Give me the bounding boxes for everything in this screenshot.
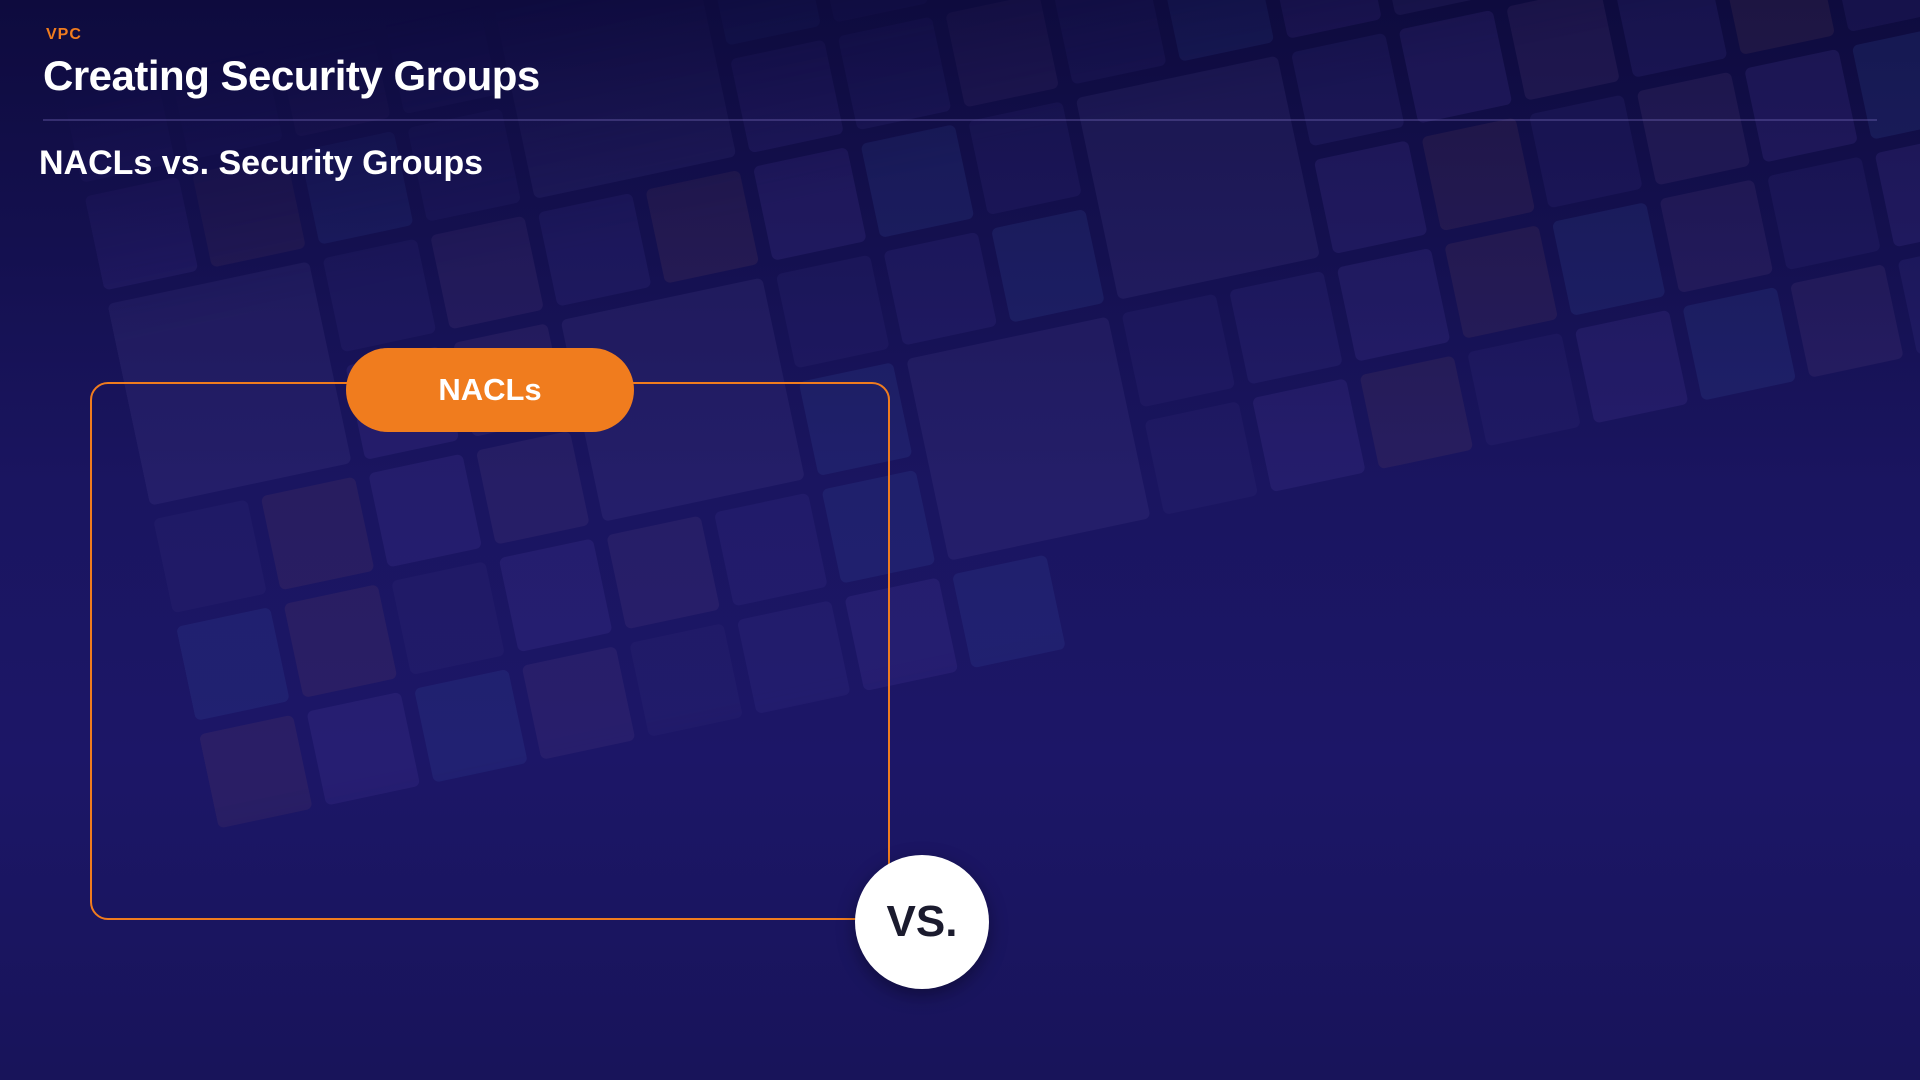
vs-badge: VS. (855, 855, 989, 989)
slide-subtitle: NACLs vs. Security Groups (39, 144, 484, 182)
nacls-label-pill: NACLs (346, 348, 634, 432)
slide: VPC Creating Security Groups NACLs vs. S… (0, 0, 1920, 1080)
nacls-comparison-box (90, 382, 890, 920)
header-divider (43, 119, 1877, 121)
section-eyebrow: VPC (46, 26, 82, 43)
page-title: Creating Security Groups (43, 52, 540, 99)
